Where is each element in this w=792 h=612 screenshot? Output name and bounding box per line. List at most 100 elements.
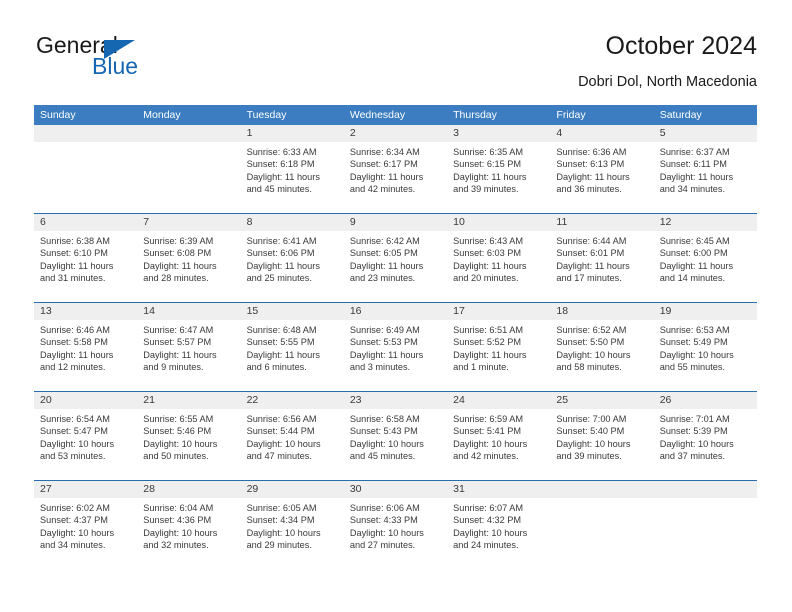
day-number[interactable]: 26 — [654, 392, 757, 409]
day-sunset-text: Sunset: 4:37 PM — [40, 515, 108, 526]
day-cell[interactable]: Sunrise: 6:46 AM Sunset: 5:58 PM Daylight:… — [34, 320, 137, 391]
weekday-header-friday: Friday — [556, 109, 586, 121]
day-cell[interactable]: Sunrise: 6:58 AM Sunset: 5:43 PM Daylight:… — [344, 409, 447, 480]
day-sunset-text: Sunset: 6:17 PM — [349, 159, 418, 170]
day-daylight-text: and 14 minutes. — [659, 273, 726, 284]
day-cell-empty — [137, 142, 240, 213]
day-daylight-text: and 6 minutes. — [246, 362, 307, 373]
day-sunrise-text: Sunrise: 6:59 AM — [453, 414, 524, 424]
day-cell[interactable]: Sunrise: 6:36 AM Sunset: 6:13 PM Daylight:… — [550, 142, 653, 213]
day-number[interactable]: 25 — [550, 392, 653, 409]
day-cell[interactable]: Sunrise: 6:37 AM Sunset: 6:11 PM Daylight:… — [654, 142, 757, 213]
day-daylight-text: and 28 minutes. — [143, 273, 209, 284]
day-number[interactable]: 27 — [34, 481, 137, 498]
day-number[interactable]: 18 — [550, 303, 653, 320]
day-sunset-text: Sunset: 5:50 PM — [556, 337, 625, 348]
day-sunrise-text: Sunrise: 6:34 AM — [349, 147, 420, 157]
day-cell[interactable]: Sunrise: 6:07 AM Sunset: 4:32 PM Daylight:… — [447, 498, 550, 569]
day-sunset-text: Sunset: 5:46 PM — [143, 426, 212, 437]
calendar-week-row: 1 2 3 4 5 Sunrise: 6:33 AM Sunset: 6:18 PM Dayl… — [34, 125, 757, 213]
day-cell[interactable]: Sunrise: 6:34 AM Sunset: 6:17 PM Daylight:… — [344, 142, 447, 213]
day-cell[interactable]: Sunrise: 7:00 AM Sunset: 5:40 PM Daylight:… — [550, 409, 653, 480]
day-sunset-text: Sunset: 6:01 PM — [556, 248, 625, 259]
day-cell[interactable]: Sunrise: 6:51 AM Sunset: 5:52 PM Daylight:… — [447, 320, 550, 391]
day-number[interactable]: 10 — [447, 214, 550, 231]
calendar-week-row: 6 7 8 9 10 11 12 Sunrise: 6:38 AM Sunset: 6:10 P… — [34, 213, 757, 302]
day-number[interactable]: 14 — [137, 303, 240, 320]
day-number[interactable]: 29 — [241, 481, 344, 498]
day-cell[interactable]: Sunrise: 6:49 AM Sunset: 5:53 PM Daylight:… — [344, 320, 447, 391]
day-sunset-text: Sunset: 5:47 PM — [40, 426, 108, 437]
day-daylight-text: Daylight: 11 hours — [40, 349, 114, 360]
day-daylight-text: Daylight: 11 hours — [349, 260, 424, 271]
day-cell[interactable]: Sunrise: 7:01 AM Sunset: 5:39 PM Daylight:… — [654, 409, 757, 480]
day-cell[interactable]: Sunrise: 6:48 AM Sunset: 5:55 PM Daylight:… — [241, 320, 344, 391]
day-sunrise-text: Sunrise: 6:52 AM — [556, 325, 627, 335]
day-cell[interactable]: Sunrise: 6:33 AM Sunset: 6:18 PM Daylight:… — [241, 142, 344, 213]
day-number[interactable]: 17 — [447, 303, 550, 320]
day-cell[interactable]: Sunrise: 6:04 AM Sunset: 4:36 PM Daylight:… — [137, 498, 240, 569]
day-sunrise-text: Sunrise: 6:43 AM — [453, 236, 524, 246]
day-cell[interactable]: Sunrise: 6:02 AM Sunset: 4:37 PM Daylight:… — [34, 498, 137, 569]
day-cell[interactable]: Sunrise: 6:05 AM Sunset: 4:34 PM Daylight:… — [241, 498, 344, 569]
day-number[interactable]: 16 — [344, 303, 447, 320]
day-number[interactable]: 13 — [34, 303, 137, 320]
day-number[interactable]: 2 — [344, 125, 447, 142]
day-sunrise-text: Sunrise: 6:33 AM — [246, 147, 317, 157]
day-daylight-text: Daylight: 10 hours — [659, 349, 734, 360]
day-number[interactable]: 3 — [447, 125, 550, 142]
day-cell[interactable]: Sunrise: 6:55 AM Sunset: 5:46 PM Daylight:… — [137, 409, 240, 480]
day-cell[interactable]: Sunrise: 6:52 AM Sunset: 5:50 PM Daylight:… — [550, 320, 653, 391]
day-number[interactable]: 5 — [654, 125, 757, 142]
day-number[interactable]: 4 — [550, 125, 653, 142]
day-number[interactable]: 22 — [241, 392, 344, 409]
day-cell[interactable]: Sunrise: 6:45 AM Sunset: 6:00 PM Daylight:… — [654, 231, 757, 302]
page-header: General Blue October 2024 Dobri Dol, Nor… — [34, 30, 757, 102]
day-cell[interactable]: Sunrise: 6:54 AM Sunset: 5:47 PM Daylight:… — [34, 409, 137, 480]
day-number[interactable]: 23 — [344, 392, 447, 409]
day-number[interactable]: 30 — [344, 481, 447, 498]
week-body-row: Sunrise: 6:54 AM Sunset: 5:47 PM Daylight:… — [34, 409, 757, 480]
day-cell[interactable]: Sunrise: 6:59 AM Sunset: 5:41 PM Daylight:… — [447, 409, 550, 480]
day-number[interactable]: 6 — [34, 214, 137, 231]
day-cell[interactable]: Sunrise: 6:06 AM Sunset: 4:33 PM Daylight:… — [344, 498, 447, 569]
day-sunset-text: Sunset: 5:55 PM — [246, 337, 315, 348]
day-number[interactable]: 9 — [344, 214, 447, 231]
day-cell-empty — [654, 498, 757, 569]
day-daylight-text: Daylight: 11 hours — [556, 171, 630, 182]
day-number[interactable]: 20 — [34, 392, 137, 409]
day-number[interactable]: 8 — [241, 214, 344, 231]
day-number[interactable]: 15 — [241, 303, 344, 320]
day-number[interactable]: 19 — [654, 303, 757, 320]
general-blue-logo[interactable]: General Blue — [34, 30, 264, 90]
day-number[interactable]: 11 — [550, 214, 653, 231]
day-cell[interactable]: Sunrise: 6:53 AM Sunset: 5:49 PM Daylight:… — [654, 320, 757, 391]
day-sunset-text: Sunset: 6:13 PM — [556, 159, 625, 170]
day-number[interactable]: 1 — [241, 125, 344, 142]
day-number[interactable]: 12 — [654, 214, 757, 231]
page-subtitle-location: Dobri Dol, North Macedonia — [578, 74, 757, 90]
day-number[interactable]: 7 — [137, 214, 240, 231]
day-daylight-text: Daylight: 10 hours — [349, 527, 424, 538]
day-daylight-text: Daylight: 11 hours — [453, 349, 527, 360]
day-cell[interactable]: Sunrise: 6:44 AM Sunset: 6:01 PM Daylight:… — [550, 231, 653, 302]
day-daylight-text: and 12 minutes. — [40, 362, 106, 373]
day-number[interactable]: 28 — [137, 481, 240, 498]
day-daylight-text: Daylight: 11 hours — [659, 260, 734, 271]
day-cell[interactable]: Sunrise: 6:43 AM Sunset: 6:03 PM Daylight:… — [447, 231, 550, 302]
day-cell[interactable]: Sunrise: 6:42 AM Sunset: 6:05 PM Daylight:… — [344, 231, 447, 302]
day-number[interactable]: 24 — [447, 392, 550, 409]
day-cell[interactable]: Sunrise: 6:56 AM Sunset: 5:44 PM Daylight:… — [241, 409, 344, 480]
day-cell[interactable]: Sunrise: 6:38 AM Sunset: 6:10 PM Daylight:… — [34, 231, 137, 302]
day-daylight-text: and 55 minutes. — [659, 362, 726, 373]
day-cell[interactable]: Sunrise: 6:35 AM Sunset: 6:15 PM Daylight:… — [447, 142, 550, 213]
day-cell[interactable]: Sunrise: 6:47 AM Sunset: 5:57 PM Daylight:… — [137, 320, 240, 391]
day-cell[interactable]: Sunrise: 6:39 AM Sunset: 6:08 PM Daylight:… — [137, 231, 240, 302]
day-cell-empty — [550, 498, 653, 569]
day-cell[interactable]: Sunrise: 6:41 AM Sunset: 6:06 PM Daylight:… — [241, 231, 344, 302]
day-number-empty — [34, 125, 137, 142]
week-body-row: Sunrise: 6:33 AM Sunset: 6:18 PM Daylight:… — [34, 142, 757, 213]
day-number[interactable]: 31 — [447, 481, 550, 498]
day-number[interactable]: 21 — [137, 392, 240, 409]
day-sunset-text: Sunset: 5:57 PM — [143, 337, 212, 348]
